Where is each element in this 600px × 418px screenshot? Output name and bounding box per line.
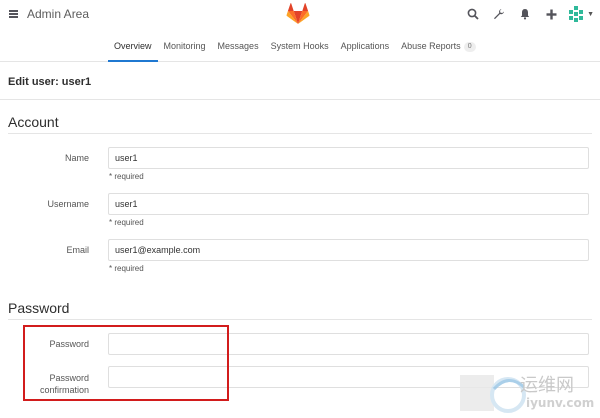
name-field[interactable] [108, 147, 589, 169]
email-label: Email [66, 245, 89, 255]
username-label: Username [47, 199, 89, 209]
gitlab-logo[interactable] [286, 3, 310, 25]
username-required-hint: * required [109, 218, 144, 227]
password-heading: Password [8, 300, 70, 316]
email-field[interactable] [108, 239, 589, 261]
tab-system-hooks[interactable]: System Hooks [265, 30, 335, 62]
menu-icon[interactable] [9, 10, 18, 18]
highlight-annotation-box [23, 325, 229, 401]
tab-overview[interactable]: Overview [108, 30, 158, 62]
top-header: Admin Area ▼ [0, 0, 600, 30]
watermark-url: iyunv.com [526, 396, 595, 410]
header-title[interactable]: Admin Area [27, 7, 89, 21]
user-menu[interactable]: ▼ [567, 5, 594, 23]
search-icon[interactable] [465, 5, 481, 23]
account-divider [8, 133, 592, 134]
bell-icon[interactable] [517, 5, 533, 23]
abuse-reports-count-badge: 0 [463, 42, 476, 52]
watermark-text: 运维网 [520, 375, 574, 396]
password-divider [8, 319, 592, 320]
admin-subnav: Overview Monitoring Messages System Hook… [0, 30, 600, 62]
name-label: Name [64, 153, 89, 163]
name-required-hint: * required [109, 172, 144, 181]
username-field[interactable] [108, 193, 589, 215]
title-divider [0, 99, 600, 100]
caret-down-icon[interactable]: ▼ [587, 11, 594, 18]
tab-messages[interactable]: Messages [212, 30, 265, 62]
tab-monitoring[interactable]: Monitoring [158, 30, 212, 62]
plus-icon[interactable] [543, 5, 559, 23]
page-title: Edit user: user1 [8, 76, 92, 88]
email-required-hint: * required [109, 264, 144, 273]
avatar[interactable] [567, 5, 586, 23]
tab-applications[interactable]: Applications [335, 30, 396, 62]
tab-abuse-reports[interactable]: Abuse Reports 0 [395, 30, 481, 62]
wrench-icon[interactable] [491, 5, 507, 23]
account-heading: Account [8, 114, 59, 130]
